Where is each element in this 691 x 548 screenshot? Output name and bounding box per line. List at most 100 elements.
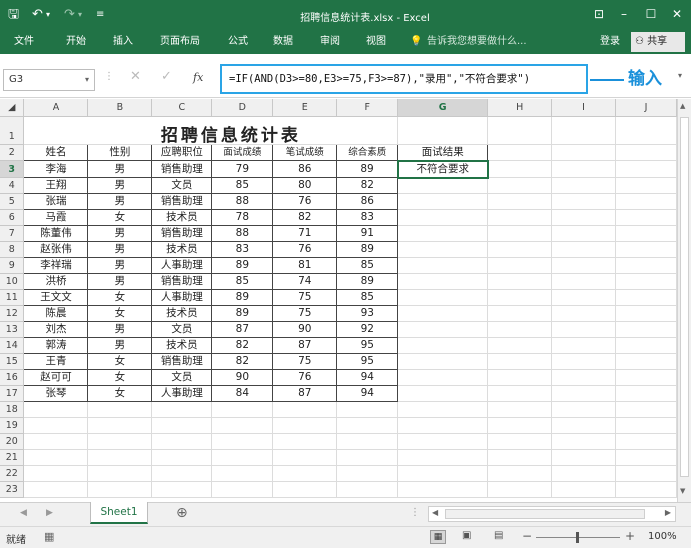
- header-cell[interactable]: 面试结果: [397, 143, 489, 161]
- zoom-slider-thumb[interactable]: [576, 532, 579, 543]
- data-cell[interactable]: 女: [87, 209, 153, 226]
- horizontal-scroll-thumb[interactable]: [445, 509, 645, 519]
- data-cell[interactable]: 人事助理: [151, 257, 213, 274]
- cell[interactable]: [615, 225, 677, 242]
- row-header[interactable]: 21: [0, 449, 25, 466]
- data-cell[interactable]: 82: [211, 353, 274, 370]
- data-cell[interactable]: 88: [211, 225, 274, 242]
- page-layout-view-icon[interactable]: ▣: [462, 530, 471, 541]
- data-cell[interactable]: 87: [272, 337, 338, 354]
- data-cell[interactable]: 89: [336, 160, 399, 178]
- data-cell[interactable]: 李海: [23, 160, 89, 178]
- data-cell[interactable]: 76: [272, 241, 338, 258]
- cell[interactable]: [615, 305, 677, 322]
- cell[interactable]: [487, 369, 553, 386]
- data-cell[interactable]: 78: [211, 209, 274, 226]
- scroll-up-icon[interactable]: ▲: [680, 102, 685, 110]
- data-cell[interactable]: 87: [272, 385, 338, 402]
- cell[interactable]: [87, 465, 153, 482]
- customize-qat-icon[interactable]: ≡: [96, 6, 104, 24]
- result-cell[interactable]: [397, 273, 489, 290]
- cell[interactable]: [87, 449, 153, 466]
- cell[interactable]: [23, 465, 89, 482]
- data-cell[interactable]: 销售助理: [151, 160, 213, 178]
- tab-insert[interactable]: 插入: [113, 34, 133, 50]
- cell[interactable]: [487, 193, 553, 210]
- cell[interactable]: [87, 401, 153, 418]
- data-cell[interactable]: 82: [211, 337, 274, 354]
- cell[interactable]: [487, 177, 553, 194]
- scroll-left-icon[interactable]: ◀: [432, 508, 438, 517]
- data-cell[interactable]: 92: [336, 321, 399, 338]
- horizontal-scrollbar[interactable]: ◀ ▶: [428, 506, 676, 522]
- cell[interactable]: [23, 481, 89, 498]
- cell[interactable]: [551, 433, 617, 450]
- data-cell[interactable]: 94: [336, 369, 399, 386]
- data-cell[interactable]: 女: [87, 385, 153, 402]
- cell[interactable]: [487, 401, 553, 418]
- cell[interactable]: [487, 209, 553, 226]
- cell[interactable]: [397, 449, 489, 466]
- cell[interactable]: [211, 449, 274, 466]
- cell[interactable]: [615, 144, 677, 161]
- data-cell[interactable]: 88: [211, 193, 274, 210]
- cell[interactable]: [397, 433, 489, 450]
- cell[interactable]: [615, 417, 677, 434]
- tab-home[interactable]: 开始: [66, 34, 86, 50]
- row-header[interactable]: 10: [0, 273, 25, 290]
- cell[interactable]: [551, 225, 617, 242]
- data-cell[interactable]: 李祥瑞: [23, 257, 89, 274]
- row-header[interactable]: 18: [0, 401, 25, 418]
- cell[interactable]: [211, 465, 274, 482]
- cell[interactable]: [23, 449, 89, 466]
- cell[interactable]: [151, 481, 213, 498]
- data-cell[interactable]: 赵张伟: [23, 241, 89, 258]
- result-cell[interactable]: [397, 225, 489, 242]
- cell[interactable]: [615, 369, 677, 386]
- cell[interactable]: [336, 417, 399, 434]
- cell[interactable]: [336, 433, 399, 450]
- cell[interactable]: [272, 465, 338, 482]
- cell[interactable]: [551, 144, 617, 161]
- data-cell[interactable]: 张琴: [23, 385, 89, 402]
- cell[interactable]: [551, 209, 617, 226]
- cell[interactable]: [272, 401, 338, 418]
- data-cell[interactable]: 男: [87, 193, 153, 210]
- select-all-corner[interactable]: ◢: [0, 99, 25, 117]
- data-cell[interactable]: 男: [87, 241, 153, 258]
- header-cell[interactable]: 面试成绩: [211, 143, 274, 161]
- zoom-in-icon[interactable]: +: [625, 529, 635, 543]
- data-cell[interactable]: 人事助理: [151, 289, 213, 306]
- cell[interactable]: [487, 289, 553, 306]
- cell[interactable]: [397, 116, 489, 145]
- header-cell[interactable]: 笔试成绩: [272, 143, 338, 161]
- column-header[interactable]: I: [551, 99, 617, 117]
- undo-icon[interactable]: ↶: [32, 6, 43, 24]
- cell[interactable]: [487, 433, 553, 450]
- cell[interactable]: [487, 417, 553, 434]
- data-cell[interactable]: 女: [87, 353, 153, 370]
- data-cell[interactable]: 王翔: [23, 177, 89, 194]
- splitter-dots-icon[interactable]: ⋮: [104, 71, 114, 82]
- cell[interactable]: [551, 193, 617, 210]
- cell[interactable]: [336, 401, 399, 418]
- data-cell[interactable]: 75: [272, 353, 338, 370]
- data-cell[interactable]: 男: [87, 225, 153, 242]
- cell[interactable]: [487, 305, 553, 322]
- data-cell[interactable]: 技术员: [151, 337, 213, 354]
- cell[interactable]: [487, 225, 553, 242]
- row-header[interactable]: 12: [0, 305, 25, 322]
- cell[interactable]: [272, 481, 338, 498]
- add-sheet-icon[interactable]: ⊕: [176, 505, 188, 521]
- cell[interactable]: [615, 257, 677, 274]
- data-cell[interactable]: 86: [336, 193, 399, 210]
- share-button[interactable]: ⚇ 共享: [631, 32, 685, 52]
- data-cell[interactable]: 90: [211, 369, 274, 386]
- row-header[interactable]: 13: [0, 321, 25, 338]
- data-cell[interactable]: 男: [87, 257, 153, 274]
- header-cell[interactable]: 综合素质: [336, 143, 399, 161]
- row-header[interactable]: 6: [0, 209, 25, 226]
- expand-formula-icon[interactable]: ▾: [678, 71, 682, 80]
- cell[interactable]: [551, 289, 617, 306]
- ribbon-display-icon[interactable]: ⊡: [588, 4, 610, 24]
